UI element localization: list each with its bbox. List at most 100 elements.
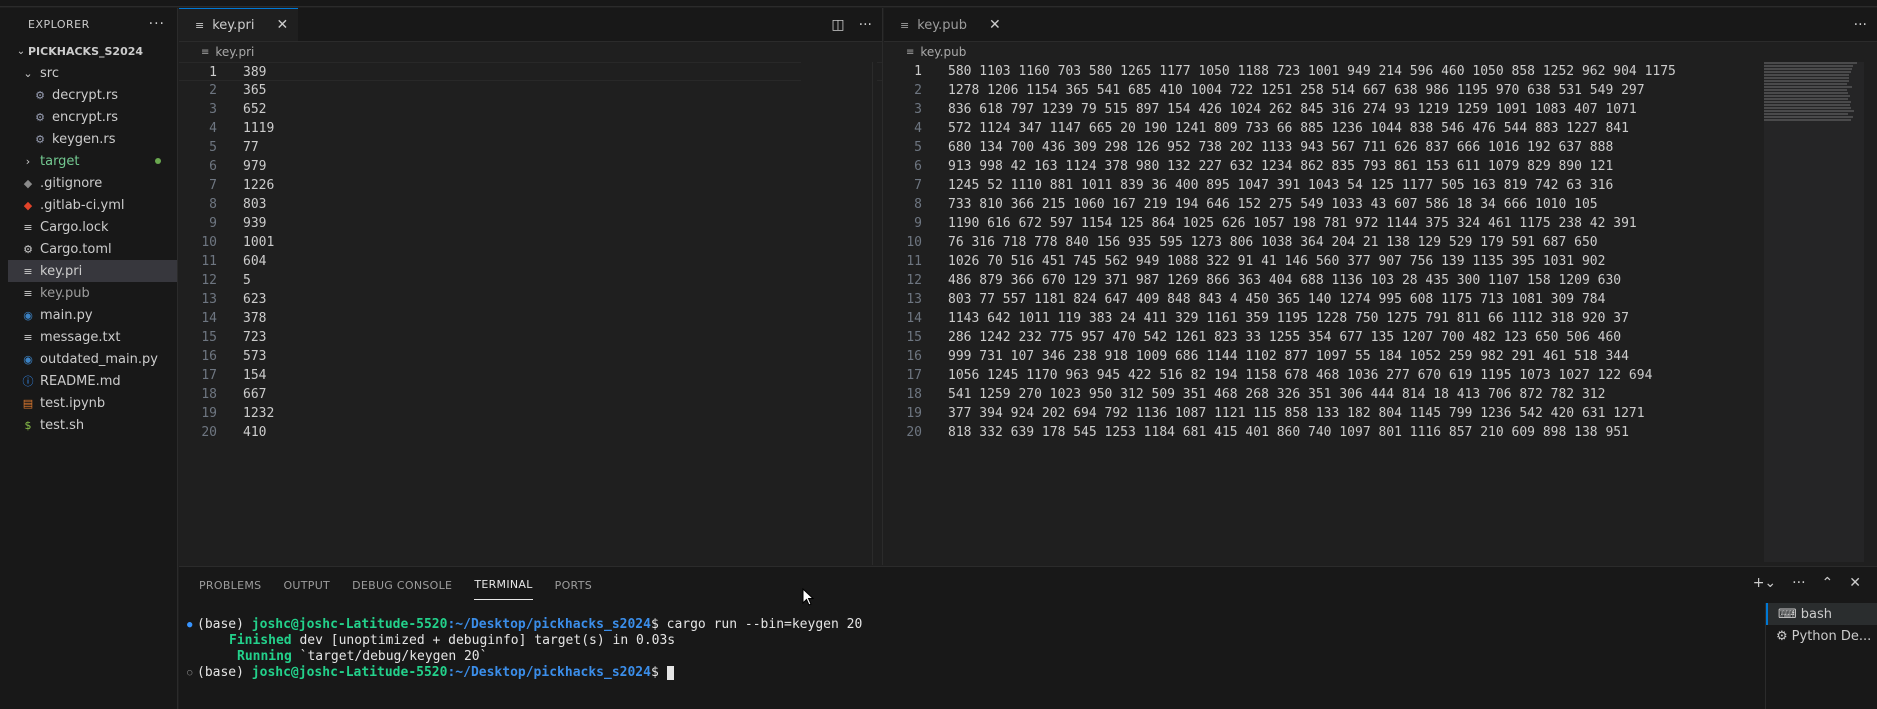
info-file-icon: ⓘ — [22, 375, 34, 388]
shell-file-icon: $ — [24, 418, 32, 432]
explorer-item-cargo-lock[interactable]: ≡ Cargo.lock — [8, 216, 177, 238]
explorer-item-label: keygen.rs — [52, 131, 116, 147]
line-content: 286 1242 232 775 957 470 542 1261 823 33… — [948, 330, 1622, 345]
code-line: 17 1056 1245 1170 963 945 422 516 82 194 … — [884, 366, 1877, 385]
code-line: 15 286 1242 232 775 957 470 542 1261 823 … — [884, 328, 1877, 347]
more-actions-icon[interactable]: ··· — [859, 17, 872, 33]
minimap-line — [1764, 113, 1848, 115]
minimap-line — [1764, 74, 1849, 76]
close-icon[interactable]: ✕ — [276, 17, 288, 33]
line-number: 6 — [209, 159, 217, 174]
explorer-item-label: key.pri — [40, 263, 83, 279]
terminal-list: ⌨ bash ⚙ Python De... — [1765, 603, 1877, 709]
explorer-item-label: target — [40, 153, 80, 169]
new-terminal-icon[interactable]: +⌄ — [1753, 575, 1776, 591]
terminal-output-keyword: Finished — [229, 633, 292, 648]
more-actions-icon[interactable]: ··· — [1854, 17, 1867, 33]
explorer-item-decrypt-rs[interactable]: ⚙ decrypt.rs — [8, 84, 177, 106]
panel-tab-terminal[interactable]: TERMINAL — [474, 570, 533, 600]
split-editor-icon[interactable]: ◫ — [831, 17, 844, 33]
line-number: 20 — [906, 425, 922, 440]
code-line: 16 573 — [179, 347, 882, 366]
line-content: 77 — [243, 140, 259, 155]
explorer-item-encrypt-rs[interactable]: ⚙ encrypt.rs — [8, 106, 177, 128]
explorer-item-readme-md[interactable]: ⓘ README.md — [8, 370, 177, 392]
minimap-line — [1764, 92, 1848, 94]
code-area-right[interactable]: 1 580 1103 1160 703 580 1265 1177 1050 11… — [884, 62, 1877, 442]
explorer-item-test-sh[interactable]: $ test.sh — [8, 414, 177, 436]
explorer-root[interactable]: ⌄ PICKHACKS_S2024 — [8, 40, 177, 62]
minimap-line — [1764, 80, 1849, 82]
terminal-userhost: joshc@joshc-Latitude-5520 — [251, 617, 448, 632]
rust-file-icon: ⚙ — [35, 110, 45, 124]
terminal-line: ● (base) joshc@joshc-Latitude-5520 :~/De… — [187, 617, 1877, 633]
rust-file-icon: ⚙ — [35, 132, 45, 146]
explorer-item-target[interactable]: › target — [8, 150, 177, 172]
explorer-item-gitignore[interactable]: ◆ .gitignore — [8, 172, 177, 194]
panel-tab-ports[interactable]: PORTS — [555, 571, 592, 600]
explorer-item-main-py[interactable]: ◉ main.py — [8, 304, 177, 326]
more-actions-icon[interactable]: ··· — [1792, 575, 1805, 591]
tab-key-pri[interactable]: ≡ key.pri ✕ — [179, 8, 299, 41]
terminal-prompt: $ — [650, 617, 659, 632]
explorer-item-key-pub[interactable]: ≡ key.pub — [8, 282, 177, 304]
debug-icon: ⚙ — [1776, 628, 1788, 644]
breadcrumb-file[interactable]: key.pri — [215, 45, 254, 59]
text-file-icon: ≡ — [23, 286, 33, 300]
tab-label: key.pub — [917, 17, 967, 33]
code-line: 5 77 — [179, 138, 882, 157]
explorer-item-message-txt[interactable]: ≡ message.txt — [8, 326, 177, 348]
line-number: 12 — [201, 273, 217, 288]
explorer-item-outdated-main-py[interactable]: ◉ outdated_main.py — [8, 348, 177, 370]
minimap-line — [1764, 65, 1853, 67]
line-content: 1056 1245 1170 963 945 422 516 82 194 11… — [948, 368, 1653, 383]
maximize-panel-icon[interactable]: ⌃ — [1822, 575, 1834, 591]
explorer-item-keygen-rs[interactable]: ⚙ keygen.rs — [8, 128, 177, 150]
terminal[interactable]: ● (base) joshc@joshc-Latitude-5520 :~/De… — [179, 603, 1877, 681]
code-area-left[interactable]: 1 389 2 365 3 652 4 1119 5 77 6 979 7 1226 8 803 9 939 10 1… — [179, 62, 882, 442]
scrollbar-left[interactable] — [872, 62, 882, 565]
explorer-item-gitlab-ci-yml[interactable]: ◆ .gitlab-ci.yml — [8, 194, 177, 216]
panel-tab-problems[interactable]: PROBLEMS — [199, 571, 261, 600]
minimap-left[interactable] — [801, 62, 877, 562]
close-icon[interactable]: ✕ — [989, 17, 1001, 33]
terminal-cursor — [666, 666, 674, 680]
code-line: 7 1245 52 1110 881 1011 839 36 400 895 10… — [884, 176, 1877, 195]
code-line: 20 818 332 639 178 545 1253 1184 681 415 … — [884, 423, 1877, 442]
explorer-item-src[interactable]: ⌄ src — [8, 62, 177, 84]
explorer-item-label: test.ipynb — [40, 395, 106, 411]
line-content: 389 — [243, 65, 267, 80]
line-content: 541 1259 270 1023 950 312 509 351 468 26… — [948, 387, 1606, 402]
explorer-title: EXPLORER — [28, 17, 90, 31]
notebook-file-icon: ▤ — [22, 396, 34, 410]
minimap-right[interactable] — [1764, 62, 1864, 562]
line-number: 2 — [914, 83, 922, 98]
breadcrumb-file[interactable]: key.pub — [920, 45, 966, 59]
modified-indicator-icon — [155, 158, 161, 164]
explorer-item-key-pri[interactable]: ≡ key.pri — [8, 260, 177, 282]
line-number: 1 — [914, 64, 922, 79]
minimap-line — [1764, 62, 1857, 64]
close-panel-icon[interactable]: ✕ — [1849, 575, 1861, 591]
code-line: 6 913 998 42 163 1124 378 980 132 227 632… — [884, 157, 1877, 176]
tab-key-pub[interactable]: ≡ key.pub ✕ — [884, 8, 1011, 41]
explorer-item-cargo-toml[interactable]: ⚙ Cargo.toml — [8, 238, 177, 260]
explorer-item-test-ipynb[interactable]: ▤ test.ipynb — [8, 392, 177, 414]
line-content: 979 — [243, 159, 267, 174]
terminal-item-bash[interactable]: ⌨ bash — [1766, 603, 1877, 625]
file-lines-icon: ≡ — [906, 46, 915, 58]
panel-tabs: PROBLEMS OUTPUT DEBUG CONSOLE TERMINAL PORTS — [179, 567, 1877, 603]
line-number: 2 — [209, 83, 217, 98]
line-number: 14 — [906, 311, 922, 326]
line-number: 15 — [906, 330, 922, 345]
breadcrumb: ≡ key.pub — [884, 42, 1877, 62]
panel-tab-output[interactable]: OUTPUT — [283, 571, 330, 600]
line-number: 8 — [914, 197, 922, 212]
terminal-output-keyword: Running — [237, 649, 292, 664]
line-number: 20 — [201, 425, 217, 440]
terminal-item-python-debug[interactable]: ⚙ Python De... — [1766, 625, 1877, 647]
panel-tab-debug-console[interactable]: DEBUG CONSOLE — [352, 571, 452, 600]
explorer-more-button[interactable]: ··· — [149, 16, 165, 32]
terminal-line: Finished dev [unoptimized + debuginfo] t… — [187, 633, 1877, 649]
mouse-cursor-icon — [802, 588, 814, 606]
